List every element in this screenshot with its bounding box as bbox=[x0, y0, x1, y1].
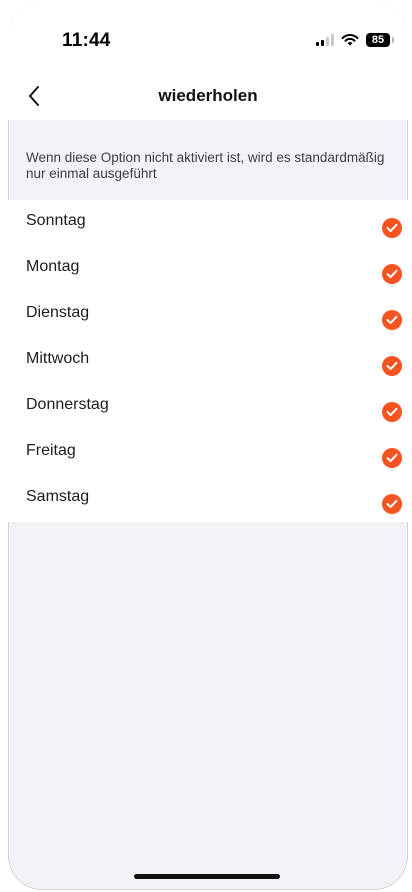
weekday-label: Freitag bbox=[26, 442, 76, 459]
app-screen: 11:44 85 wiederholen Wenn diese Option n… bbox=[8, 2, 408, 890]
status-icons: 85 bbox=[316, 30, 394, 50]
weekday-label: Sonntag bbox=[26, 212, 86, 229]
weekday-row-thursday[interactable]: Donnerstag bbox=[8, 384, 408, 430]
checkmark-icon[interactable] bbox=[382, 494, 402, 514]
weekday-label: Mittwoch bbox=[26, 350, 90, 367]
page-title: wiederholen bbox=[158, 86, 258, 105]
weekday-row-tuesday[interactable]: Dienstag bbox=[8, 292, 408, 338]
wifi-icon bbox=[341, 34, 359, 46]
cellular-signal-icon bbox=[316, 34, 334, 46]
checkmark-icon[interactable] bbox=[382, 402, 402, 422]
checkmark-icon[interactable] bbox=[382, 264, 402, 284]
weekday-label: Dienstag bbox=[26, 304, 90, 321]
navigation-bar: wiederholen bbox=[8, 72, 408, 120]
weekday-list: Sonntag Montag Dienstag Mittwoch Donners… bbox=[8, 200, 408, 522]
weekday-row-wednesday[interactable]: Mittwoch bbox=[8, 338, 408, 384]
weekday-label: Donnerstag bbox=[26, 396, 109, 413]
weekday-row-monday[interactable]: Montag bbox=[8, 246, 408, 292]
home-indicator[interactable] bbox=[134, 874, 280, 879]
weekday-row-friday[interactable]: Freitag bbox=[8, 430, 408, 476]
weekday-label: Samstag bbox=[26, 488, 90, 505]
checkmark-icon[interactable] bbox=[382, 448, 402, 468]
status-time: 11:44 bbox=[62, 30, 111, 51]
weekday-row-sunday[interactable]: Sonntag bbox=[8, 200, 408, 246]
weekday-row-saturday[interactable]: Samstag bbox=[8, 476, 408, 522]
status-bar: 11:44 85 bbox=[8, 2, 408, 72]
battery-icon: 85 bbox=[366, 33, 394, 47]
battery-level: 85 bbox=[371, 34, 385, 46]
repeat-hint-text: Wenn diese Option nicht aktiviert ist, w… bbox=[26, 150, 385, 181]
checkmark-icon[interactable] bbox=[382, 310, 402, 330]
checkmark-icon[interactable] bbox=[382, 356, 402, 376]
device-frame: 11:44 85 wiederholen Wenn diese Option n… bbox=[0, 0, 412, 892]
checkmark-icon[interactable] bbox=[382, 218, 402, 238]
weekday-label: Montag bbox=[26, 258, 80, 275]
